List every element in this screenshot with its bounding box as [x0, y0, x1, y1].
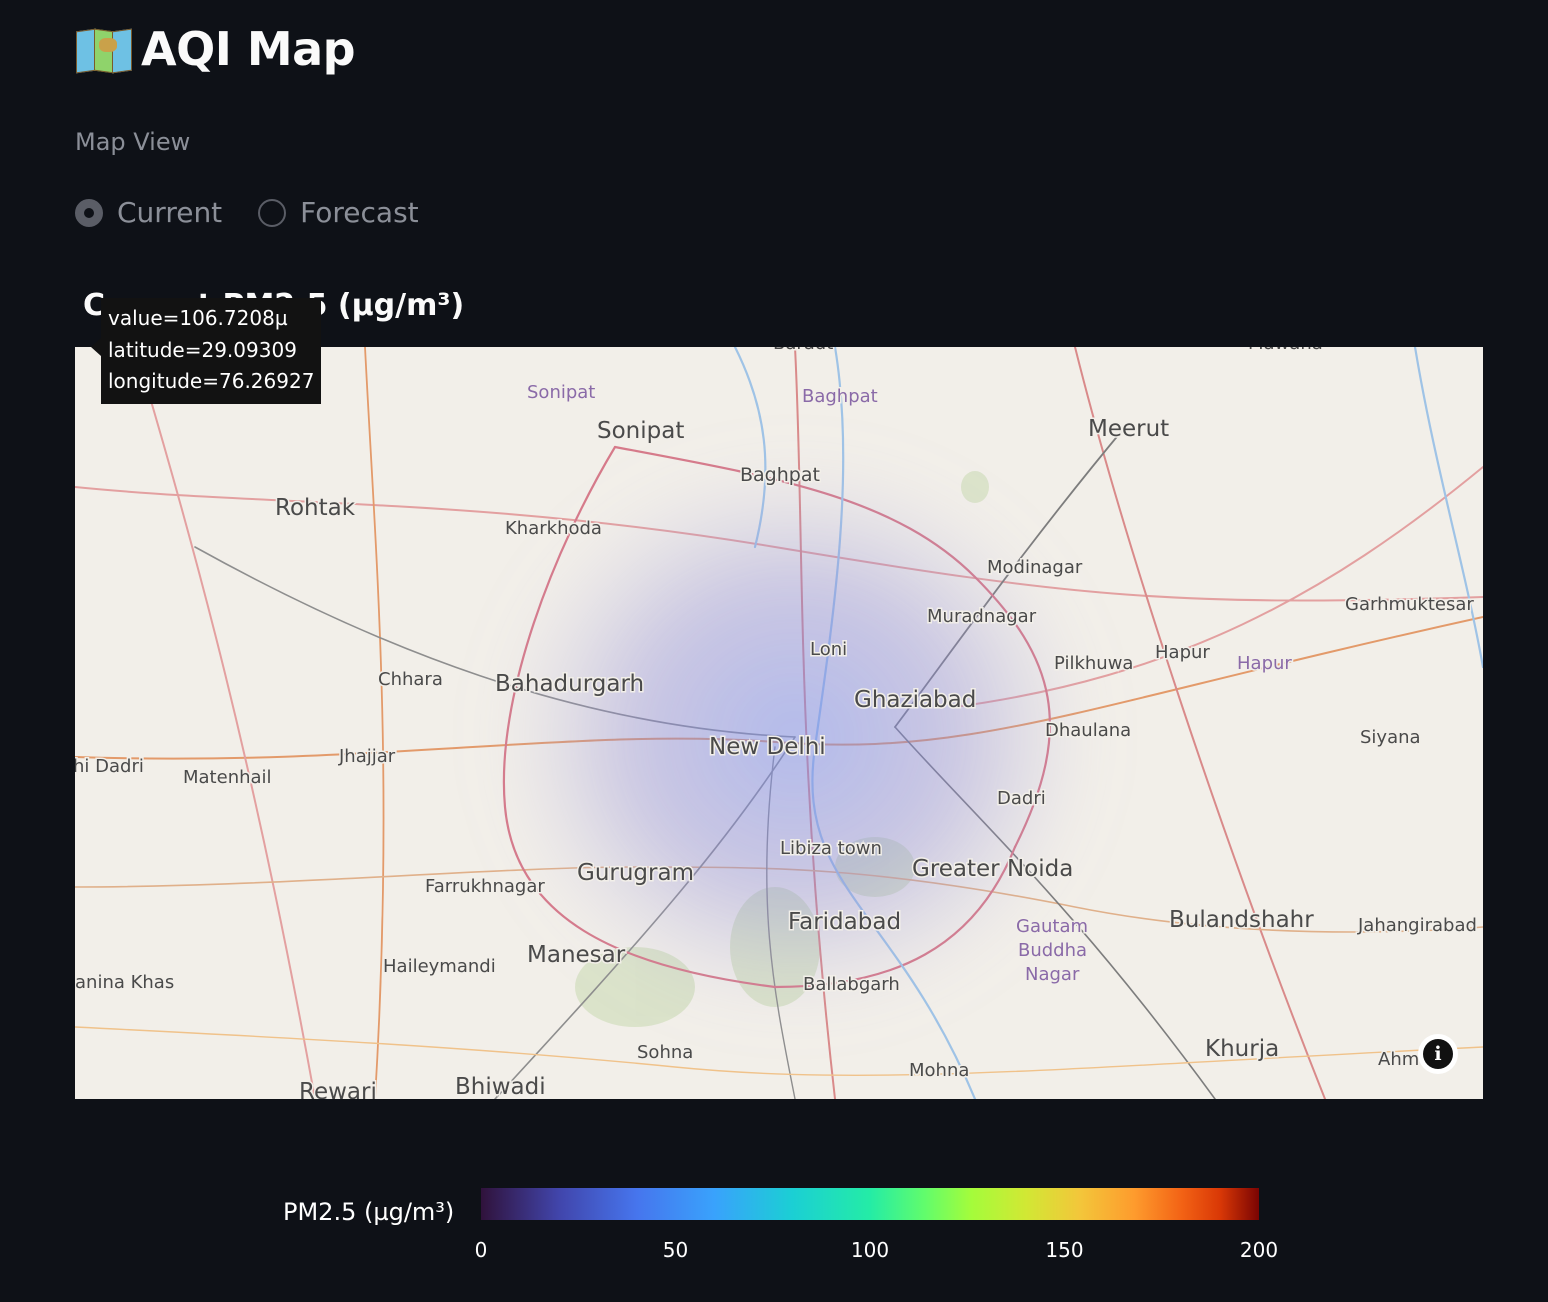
- place-label: Kharkhoda: [505, 518, 602, 539]
- world-map-icon: [75, 26, 132, 74]
- radio-unselected-icon[interactable]: [258, 198, 287, 227]
- radio-current[interactable]: Current: [75, 196, 222, 229]
- map-view-label: Map View: [75, 128, 191, 156]
- place-label: Garhmuktesar: [1345, 594, 1474, 615]
- place-label: Jahangirabad: [1357, 915, 1477, 936]
- place-label: Matenhail: [183, 767, 272, 788]
- place-label: Ahm: [1378, 1049, 1419, 1070]
- place-label: Jhajjar: [338, 746, 396, 767]
- place-label: Pilkhuwa: [1054, 653, 1133, 674]
- place-label: Mawana: [1248, 347, 1323, 354]
- place-label: Baraut: [773, 347, 833, 354]
- colorbar-gradient: [481, 1188, 1259, 1220]
- radio-current-label[interactable]: Current: [117, 196, 222, 229]
- place-label: Nagar: [1025, 964, 1080, 985]
- place-label: Dadri: [997, 788, 1046, 809]
- place-label: Modinagar: [987, 557, 1083, 578]
- colorbar-tick: 200: [1239, 1238, 1279, 1262]
- place-label: Farrukhnagar: [425, 876, 545, 897]
- place-label: Khurja: [1205, 1036, 1279, 1062]
- place-label: Libiza town: [780, 838, 882, 859]
- basemap-svg: SonipatSonipat Baghpat Baghpat Meerut Rohtak…: [75, 347, 1483, 1099]
- place-label: Rohtak: [275, 495, 356, 521]
- page-title-text: AQI Map: [141, 22, 356, 76]
- radio-selected-icon[interactable]: [75, 198, 103, 227]
- place-label: Rewari: [299, 1079, 377, 1099]
- place-label: Siyana: [1360, 727, 1421, 748]
- place-label: Dhaulana: [1045, 720, 1131, 741]
- place-label: Chhara: [378, 669, 443, 690]
- place-label: Hapur: [1155, 642, 1210, 663]
- colorbar-tick: 150: [1045, 1238, 1084, 1262]
- radio-forecast-label[interactable]: Forecast: [300, 196, 418, 229]
- place-label: Loni: [810, 639, 847, 660]
- colorbar-tick: 0: [474, 1238, 488, 1262]
- place-label: Muradnagar: [927, 606, 1037, 627]
- map-attribution-button[interactable]: i: [1418, 1034, 1458, 1074]
- tooltip-longitude: longitude=76.26927: [108, 369, 315, 393]
- tooltip-latitude: latitude=29.09309: [108, 337, 297, 362]
- place-label: Manesar: [527, 942, 626, 968]
- place-label: Baghpat: [802, 386, 878, 407]
- tooltip-value: value=106.7208µ: [108, 306, 288, 330]
- place-label: Sonipat: [527, 382, 595, 403]
- place-label: Baghpat: [740, 464, 820, 486]
- place-label: Bhiwadi: [455, 1074, 546, 1099]
- place-label: Faridabad: [788, 909, 901, 935]
- place-label: Greater Noida: [912, 856, 1073, 882]
- page-title: AQI Map: [75, 22, 356, 76]
- map-view-radio-group: Current Forecast: [75, 196, 455, 229]
- info-icon: i: [1423, 1039, 1453, 1069]
- place-label: Buddha: [1018, 940, 1087, 961]
- place-label: Hapur: [1237, 653, 1292, 674]
- colorbar-tick: 50: [662, 1238, 689, 1262]
- place-label: Bahadurgarh: [495, 671, 644, 697]
- place-label: anina Khas: [75, 972, 174, 993]
- place-label: Sohna: [637, 1042, 693, 1063]
- place-label: New Delhi: [709, 734, 826, 760]
- place-label: Bulandshahr: [1169, 907, 1314, 933]
- map-tooltip: value=106.7208µ latitude=29.09309 longit…: [90, 298, 322, 404]
- place-label: Mohna: [909, 1060, 969, 1081]
- map-canvas[interactable]: Sonipat Sonipat Baghpat Baghpat Meerut Rohtak…: [75, 347, 1483, 1099]
- place-label: Ballabgarh: [803, 974, 900, 995]
- place-label: Meerut: [1088, 416, 1169, 442]
- place-label: Gurugram: [577, 860, 694, 886]
- place-label: Ghaziabad: [854, 687, 976, 713]
- place-label: hi Dadri: [75, 756, 144, 777]
- place-label: Gautam: [1016, 916, 1088, 937]
- radio-forecast[interactable]: Forecast: [258, 196, 419, 229]
- place-label: Sonipat: [597, 418, 684, 444]
- place-label: Haileymandi: [383, 956, 496, 977]
- colorbar-tick: 100: [850, 1238, 890, 1262]
- colorbar-title: PM2.5 (µg/m³): [283, 1198, 455, 1226]
